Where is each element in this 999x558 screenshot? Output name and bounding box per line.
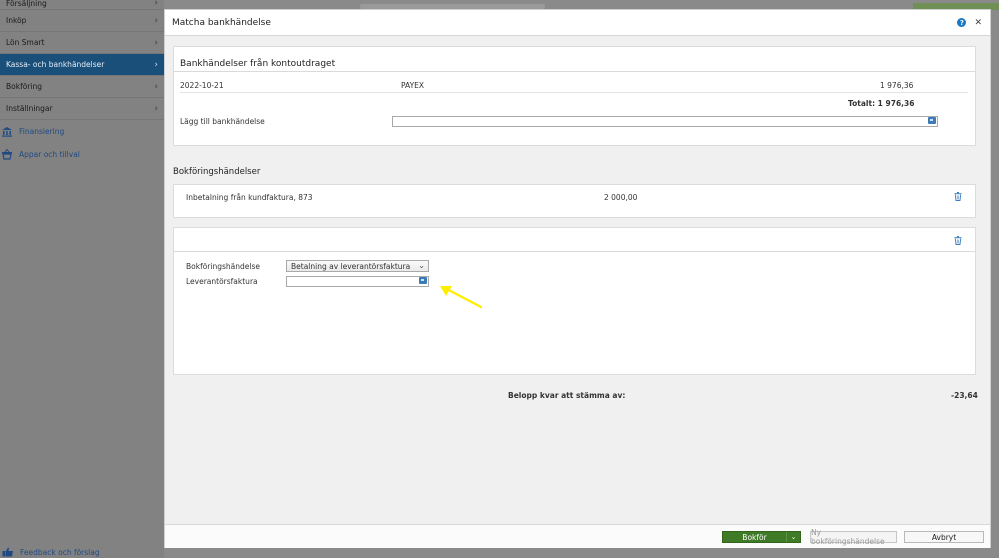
feedback-label: Feedback och förslag [20, 547, 100, 557]
sidebar: Försäljning › Inköp › Lön Smart › Kassa-… [0, 0, 164, 558]
dialog-title: Matcha bankhändelse [172, 17, 271, 28]
cancel-button[interactable]: Avbryt [904, 531, 984, 543]
sidebar-link-label: Finansiering [19, 127, 65, 136]
supplier-invoice-input[interactable] [286, 276, 429, 287]
lookup-icon[interactable] [928, 117, 937, 126]
accounting-events-title: Bokföringshändelser [173, 167, 261, 177]
trash-icon[interactable] [954, 192, 962, 201]
dialog-footer: Bokför ⌄ Ny bokföringshändelse Avbryt [165, 524, 990, 548]
search-lookup-icon [419, 277, 427, 284]
bank-icon [0, 126, 14, 138]
add-bank-event-label: Lägg till bankhändelse [180, 117, 265, 126]
bokfor-button[interactable]: Bokför ⌄ [722, 531, 801, 543]
sidebar-item-label: Inköp [6, 16, 27, 25]
sidebar-item-inkop[interactable]: Inköp › [0, 10, 164, 32]
sidebar-item-label: Inställningar [6, 104, 53, 113]
chevron-right-icon: › [154, 37, 158, 48]
sidebar-link-finansiering[interactable]: Finansiering [0, 120, 164, 143]
add-bank-event-input[interactable] [392, 116, 938, 127]
bank-panel-title: Bankhändelser från kontoutdraget [180, 59, 336, 69]
sidebar-item-lon-smart[interactable]: Lön Smart › [0, 32, 164, 54]
annotation-arrow-icon [440, 285, 483, 309]
new-event-button[interactable]: Ny bokföringshändelse [810, 528, 897, 546]
sidebar-item-label: Försäljning [6, 0, 47, 8]
event-description: Inbetalning från kundfaktura, 873 [186, 193, 313, 202]
header-actions: ? ✕ [957, 18, 982, 28]
supplier-invoice-label: Leverantörsfaktura [186, 277, 258, 286]
feedback-link[interactable]: Feedback och förslag [2, 547, 100, 557]
help-icon[interactable]: ? [957, 18, 967, 27]
trash-icon[interactable] [954, 236, 962, 245]
match-bank-event-dialog: Matcha bankhändelse ? ✕ Bankhändelser fr… [164, 9, 991, 548]
accounting-event-row: Inbetalning från kundfaktura, 873 2 000,… [173, 184, 976, 218]
dialog-header: Matcha bankhändelse ? ✕ [165, 10, 990, 36]
chevron-right-icon: › [154, 81, 158, 92]
event-amount: 2 000,00 [604, 193, 638, 202]
divider [174, 71, 975, 72]
chevron-down-icon: ⌄ [418, 261, 425, 270]
chevron-right-icon: › [154, 103, 158, 114]
bank-row-amount: 1 976,36 [880, 81, 914, 90]
remaining-value: -23,64 [951, 391, 978, 400]
bank-row-payee: PAYEX [401, 81, 425, 90]
event-type-select[interactable]: Betalning av leverantörsfaktura ⌄ [286, 260, 429, 272]
remaining-label: Belopp kvar att stämma av: [508, 391, 626, 400]
sidebar-link-appar[interactable]: Appar och tillval [0, 143, 164, 166]
bank-total: Totalt: 1 976,36 [848, 99, 915, 108]
sidebar-item-kassa-bank[interactable]: Kassa- och bankhändelser › [0, 54, 164, 76]
event-type-value: Betalning av leverantörsfaktura [291, 262, 411, 271]
accounting-event-editor: Bokföringshändelse Betalning av leverant… [173, 227, 976, 375]
divider [180, 92, 968, 93]
sidebar-item-label: Bokföring [6, 82, 42, 91]
event-type-label: Bokföringshändelse [186, 262, 260, 271]
sidebar-item-installningar[interactable]: Inställningar › [0, 98, 164, 120]
chevron-right-icon: › [154, 59, 158, 70]
sidebar-item-bokforing[interactable]: Bokföring › [0, 76, 164, 98]
bokfor-label: Bokför [742, 532, 767, 542]
basket-icon [0, 149, 14, 161]
search-lookup-icon [928, 117, 936, 124]
sidebar-item-label: Lön Smart [6, 38, 45, 47]
bank-events-panel: Bankhändelser från kontoutdraget 2022-10… [173, 46, 976, 146]
lookup-icon[interactable] [419, 277, 428, 286]
sidebar-link-label: Appar och tillval [19, 150, 80, 159]
chevron-right-icon: › [154, 0, 158, 8]
bank-row-date: 2022-10-21 [180, 81, 224, 90]
divider [174, 251, 975, 252]
sidebar-item-label: Kassa- och bankhändelser [6, 60, 105, 69]
close-icon[interactable]: ✕ [974, 18, 982, 28]
chevron-down-icon[interactable]: ⌄ [786, 532, 800, 542]
sidebar-item-forsaljning[interactable]: Försäljning › [0, 0, 164, 10]
chevron-right-icon: › [154, 15, 158, 26]
thumbs-up-icon [2, 547, 16, 557]
